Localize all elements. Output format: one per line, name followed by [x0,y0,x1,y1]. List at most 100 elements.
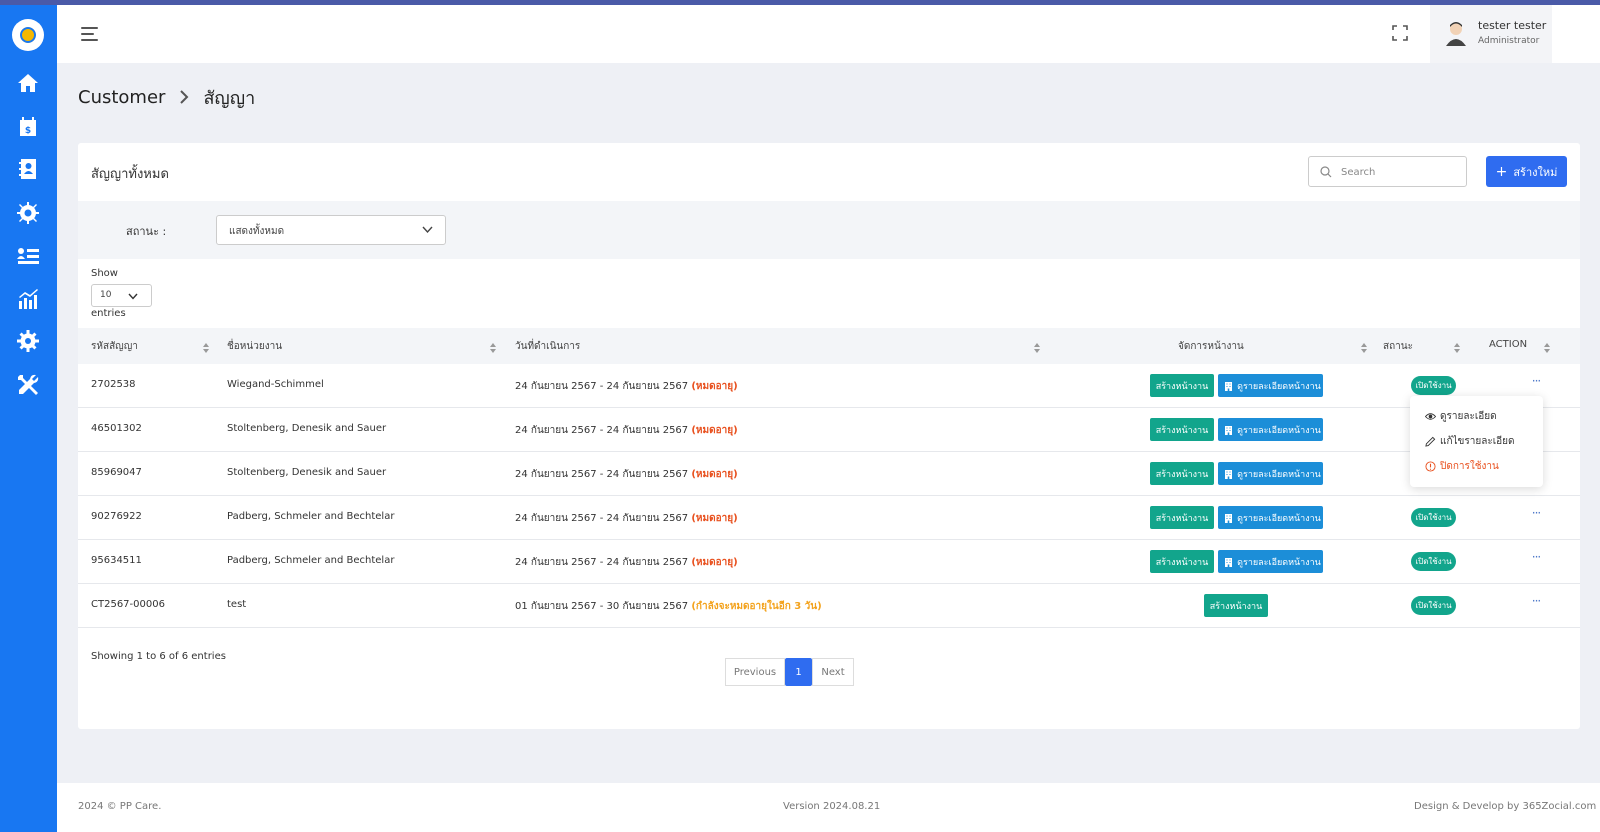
disable-item[interactable]: ปิดการใช้งาน [1425,458,1499,474]
date-range: 01 กันยายน 2567 - 30 กันยายน 2567 [515,601,689,612]
table-row: 90276922 Padberg, Schmeler and Bechtelar 2… [78,496,1580,540]
view-site-button[interactable]: ดูรายละเอียดหน้างาน [1218,506,1323,529]
fullscreen-icon[interactable] [1392,25,1408,41]
contract-code: 95634511 [91,555,142,566]
date-range: 24 กันยายน 2567 - 24 กันยายน 2567 [515,469,689,480]
sort-icon[interactable] [1454,343,1460,353]
page-length-value: 10 [100,290,112,300]
chevron-down-icon [128,293,138,300]
more-actions-icon[interactable]: ··· [1528,506,1544,520]
contract-dates: 01 กันยายน 2567 - 30 กันยายน 2567 (กำลัง… [515,599,822,614]
view-site-button[interactable]: ดูรายละเอียดหน้างาน [1218,462,1323,485]
eye-icon [1425,412,1436,420]
organization-name: Padberg, Schmeler and Bechtelar [227,511,395,522]
user-name: tester tester [1478,19,1547,32]
view-site-button[interactable]: ดูรายละเอียดหน้างาน [1218,374,1323,397]
sort-icon[interactable] [490,343,496,353]
page-1-button[interactable]: 1 [785,658,812,686]
column-header-dates[interactable]: วันที่ดำเนินการ [515,339,580,354]
contract-code: 90276922 [91,511,142,522]
create-site-button[interactable]: สร้างหน้างาน [1204,594,1268,617]
action-dropdown-menu: ดูรายละเอียด แก้ไขรายละเอียด ปิดการใช้งา… [1410,396,1543,487]
date-range: 24 กันยายน 2567 - 24 กันยายน 2567 [515,425,689,436]
create-site-button[interactable]: สร้างหน้างาน [1150,506,1214,529]
view-site-label: ดูรายละเอียดหน้างาน [1237,513,1321,524]
pencil-icon [1425,436,1436,447]
breadcrumb: Customer สัญญา [78,85,255,109]
svg-text:$: $ [25,126,31,136]
top-header: tester tester Administrator [57,5,1600,63]
user-role: Administrator [1478,36,1540,46]
disable-label: ปิดการใช้งาน [1440,460,1499,472]
table-row: CT2567-00006 test 01 กันยายน 2567 - 30 กัน… [78,584,1580,628]
sort-icon[interactable] [1034,343,1040,353]
sort-icon[interactable] [203,343,209,353]
search-input[interactable] [1341,162,1461,182]
chevron-down-icon [422,226,433,234]
create-site-button[interactable]: สร้างหน้างาน [1150,550,1214,573]
contacts-icon[interactable] [16,157,40,181]
status-filter-select[interactable]: แสดงทั้งหมด [216,215,446,245]
expiry-note: (หมดอายุ) [691,513,738,524]
status-badge: เปิดใช้งาน [1411,508,1456,527]
create-site-button[interactable]: สร้างหน้างาน [1150,462,1214,485]
page-length-select[interactable]: 10 [91,284,152,307]
column-header-code[interactable]: รหัสสัญญา [91,339,138,354]
next-page-button[interactable]: Next [812,658,854,686]
date-range: 24 กันยายน 2567 - 24 กันยายน 2567 [515,513,689,524]
create-new-button[interactable]: + สร้างใหม่ [1486,156,1567,187]
status-filter-value: แสดงทั้งหมด [229,226,285,237]
status-filter-label: สถานะ : [126,225,167,238]
previous-page-button[interactable]: Previous [725,658,785,686]
edit-details-item[interactable]: แก้ไขรายละเอียด [1425,433,1515,449]
create-site-button[interactable]: สร้างหน้างาน [1150,374,1214,397]
column-header-name[interactable]: ชื่อหน่วยงาน [227,339,282,354]
breadcrumb-parent[interactable]: Customer [78,87,165,108]
plus-icon: + [1495,163,1508,180]
more-actions-icon[interactable]: ··· [1528,594,1544,608]
sort-icon[interactable] [1544,343,1550,353]
team-settings-icon[interactable] [16,201,40,225]
analytics-icon[interactable] [16,287,40,311]
table-row: 95634511 Padberg, Schmeler and Bechtelar 2… [78,540,1580,584]
app-logo[interactable] [12,19,44,51]
view-site-label: ดูรายละเอียดหน้างาน [1237,381,1321,392]
view-details-item[interactable]: ดูรายละเอียด [1425,408,1497,424]
more-actions-icon[interactable]: ··· [1528,374,1544,388]
pagination: Previous 1 Next [725,658,854,686]
expiry-note: (หมดอายุ) [691,557,738,568]
status-badge: เปิดใช้งาน [1411,376,1456,395]
entries-label: entries [91,308,126,319]
tools-icon[interactable] [16,373,40,397]
view-site-button[interactable]: ดูรายละเอียดหน้างาน [1218,550,1323,573]
user-menu[interactable]: tester tester Administrator [1430,5,1552,63]
view-site-button[interactable]: ดูรายละเอียดหน้างาน [1218,418,1323,441]
column-header-status[interactable]: สถานะ [1383,339,1413,354]
view-details-label: ดูรายละเอียด [1440,410,1497,422]
organization-name: Stoltenberg, Denesik and Sauer [227,467,387,478]
column-header-action[interactable]: ACTION [1489,339,1527,350]
expiry-note: (หมดอายุ) [691,469,738,480]
create-site-button[interactable]: สร้างหน้างาน [1150,418,1214,441]
settings-icon[interactable] [16,329,40,353]
home-icon[interactable] [16,71,40,95]
contract-code: 2702538 [91,379,136,390]
search-box [1308,156,1467,187]
status-badge: เปิดใช้งาน [1411,552,1456,571]
menu-toggle-icon[interactable] [81,27,98,41]
table-info: Showing 1 to 6 of 6 entries [91,651,226,662]
more-actions-icon[interactable]: ··· [1528,550,1544,564]
calendar-billing-icon[interactable]: $ [16,115,40,139]
organization-name: Wiegand-Schimmel [227,379,324,390]
list-icon[interactable] [16,244,40,268]
contract-dates: 24 กันยายน 2567 - 24 กันยายน 2567 (หมดอา… [515,511,738,526]
building-icon [1225,513,1233,523]
avatar [1446,22,1466,46]
view-site-label: ดูรายละเอียดหน้างาน [1237,557,1321,568]
show-label: Show [91,268,118,279]
view-site-label: ดูรายละเอียดหน้างาน [1237,425,1321,436]
sort-icon[interactable] [1361,343,1367,353]
column-header-manage[interactable]: จัดการหน้างาน [1178,339,1244,354]
info-circle-icon [1425,460,1436,472]
contract-dates: 24 กันยายน 2567 - 24 กันยายน 2567 (หมดอา… [515,423,738,438]
